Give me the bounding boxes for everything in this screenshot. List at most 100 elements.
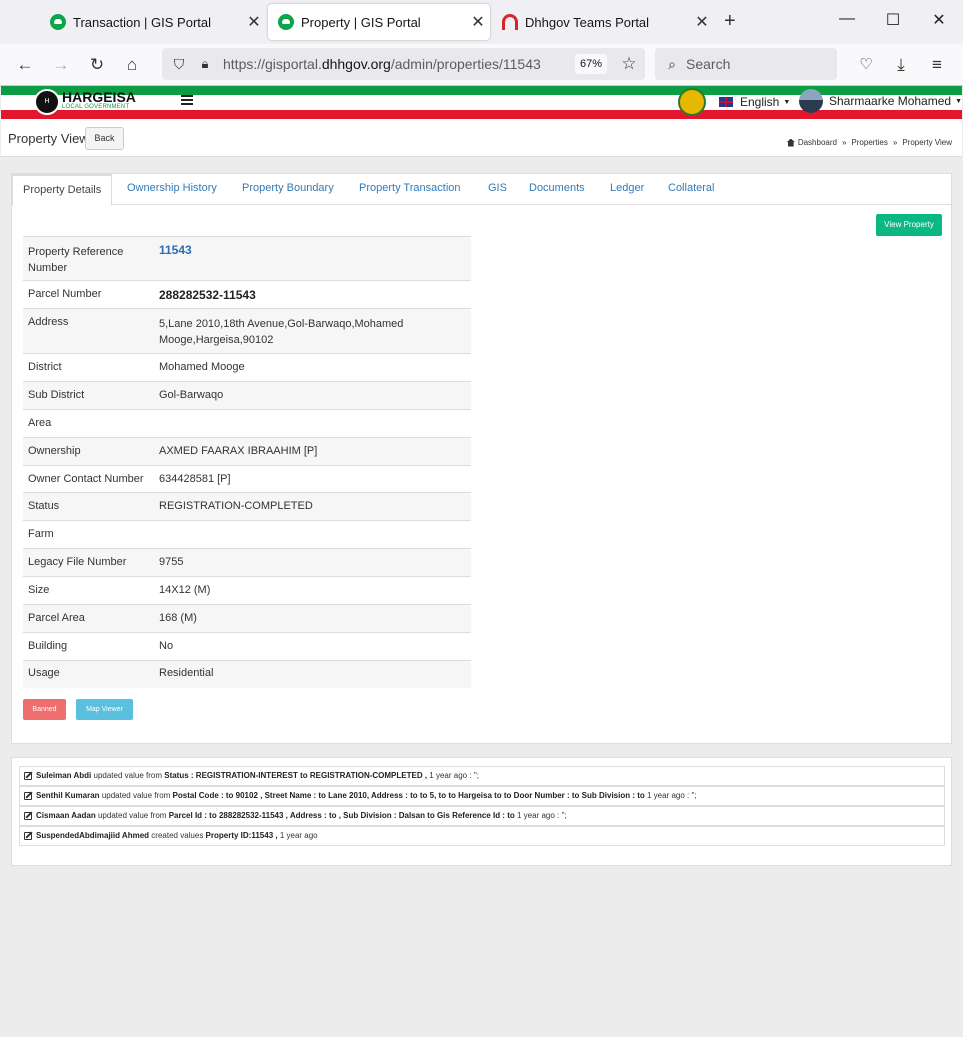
url-text[interactable]: https://gisportal.dhhgov.org/admin/prope… <box>223 56 541 72</box>
edit-icon <box>24 812 32 820</box>
pocket-icon[interactable]: ♡ <box>853 52 879 78</box>
row-label: Area <box>23 409 154 438</box>
row-value: 9755 <box>154 548 471 577</box>
language-selector[interactable]: English ▼ <box>719 95 790 109</box>
url-bar[interactable]: ⛉ 🔒︎ https://gisportal.dhhgov.org/admin/… <box>162 48 645 80</box>
close-window-icon[interactable]: ✕ <box>916 10 962 30</box>
emblem-icon <box>678 88 706 116</box>
back-button[interactable]: Back <box>85 127 124 150</box>
banned-button[interactable]: Banned <box>23 699 66 720</box>
tab-ledger[interactable]: Ledger <box>610 174 644 205</box>
browser-tab-property[interactable]: Property | GIS Portal ✕ <box>268 4 490 40</box>
tab-gis[interactable]: GIS <box>488 174 507 205</box>
search-icon: ⌕ <box>668 56 676 72</box>
close-tab-icon[interactable]: ✕ <box>690 12 714 32</box>
caret-down-icon: ▼ <box>955 97 962 105</box>
log-user: SuspendedAbdimajiid Ahmed <box>36 831 150 840</box>
tab-property-transaction[interactable]: Property Transaction <box>359 174 461 205</box>
teams-icon <box>502 14 518 30</box>
row-label: Legacy File Number <box>23 548 154 577</box>
row-label: Status <box>23 492 154 521</box>
view-property-button[interactable]: View Property <box>876 214 942 236</box>
edit-icon <box>24 772 32 780</box>
row-label: Owner Contact Number <box>23 465 154 493</box>
close-tab-icon[interactable]: ✕ <box>466 12 490 32</box>
list-item: Suleiman Abdi updated value from Status … <box>19 766 945 786</box>
table-row: Legacy File Number 9755 <box>23 548 471 577</box>
property-card: Property Details Ownership History Prope… <box>11 173 952 744</box>
tab-ownership-history[interactable]: Ownership History <box>127 174 217 205</box>
search-input[interactable]: ⌕ Search <box>655 48 837 80</box>
maximize-icon[interactable]: ☐ <box>870 10 916 30</box>
bookmark-star-icon[interactable]: ☆ <box>616 51 642 77</box>
table-row: Status REGISTRATION-COMPLETED <box>23 492 471 521</box>
table-row: Area <box>23 409 471 438</box>
home-icon[interactable]: ⌂ <box>119 52 145 78</box>
row-value: Mohamed Mooge <box>154 353 471 382</box>
tab-property-boundary[interactable]: Property Boundary <box>242 174 334 205</box>
log-user: Suleiman Abdi <box>36 771 92 780</box>
caret-down-icon: ▼ <box>783 98 791 106</box>
breadcrumb-dashboard[interactable]: Dashboard <box>798 138 837 147</box>
list-item: Senthil Kumaran updated value from Posta… <box>19 786 945 806</box>
back-arrow-icon[interactable]: ← <box>12 52 38 78</box>
browser-tab-strip: Transaction | GIS Portal ✕ Property | GI… <box>0 0 963 44</box>
list-item: SuspendedAbdimajiid Ahmed created values… <box>19 826 945 846</box>
hamburger-menu-icon[interactable] <box>181 95 193 105</box>
browser-tab-teams[interactable]: Dhhgov Teams Portal ✕ <box>492 4 714 40</box>
browser-tab-title: Transaction | GIS Portal <box>73 14 212 30</box>
row-label: Property Reference Number <box>23 236 154 281</box>
brand-logo[interactable]: H HARGEISA LOCAL GOVERNMENT <box>34 89 136 115</box>
table-row: Address 5,Lane 2010,18th Avenue,Gol-Barw… <box>23 308 471 354</box>
row-label: Size <box>23 576 154 605</box>
shield-icon[interactable]: ⛉ <box>166 51 192 77</box>
lock-icon[interactable]: 🔒︎ <box>192 51 218 77</box>
parcel-number-value: 288282532-11543 <box>159 288 256 302</box>
forward-arrow-icon[interactable]: → <box>48 52 74 78</box>
brand-subtitle: LOCAL GOVERNMENT <box>62 104 130 110</box>
close-tab-icon[interactable]: ✕ <box>242 12 266 32</box>
breadcrumb: Dashboard » Properties » Property View <box>786 138 952 147</box>
table-row: Parcel Area 168 (M) <box>23 604 471 633</box>
breadcrumb-separator: » <box>892 138 898 147</box>
tab-documents[interactable]: Documents <box>529 174 585 205</box>
table-row: Usage Residential <box>23 660 471 688</box>
tab-collateral[interactable]: Collateral <box>668 174 714 205</box>
zoom-level[interactable]: 67% <box>575 54 608 74</box>
log-user: Senthil Kumaran <box>36 791 100 800</box>
row-value: Residential <box>154 660 471 688</box>
row-label: Farm <box>23 520 154 549</box>
property-reference-link[interactable]: 11543 <box>159 243 466 257</box>
user-menu[interactable]: Sharmaarke Mohamed ▼ <box>799 89 962 113</box>
row-value: REGISTRATION-COMPLETED <box>154 492 471 521</box>
tab-property-details[interactable]: Property Details <box>12 174 113 206</box>
breadcrumb-properties[interactable]: Properties <box>851 138 887 147</box>
gis-portal-icon <box>278 14 294 30</box>
log-verb: created values <box>151 831 204 840</box>
log-user: Cismaan Aadan <box>36 811 96 820</box>
log-time: 1 year ago : ''; <box>647 791 697 800</box>
map-viewer-button[interactable]: Map Viewer <box>76 699 133 720</box>
log-verb: updated value from <box>97 811 167 820</box>
row-value: Gol-Barwaqo <box>154 381 471 410</box>
reload-icon[interactable]: ↻ <box>84 52 110 78</box>
table-row: Building No <box>23 632 471 661</box>
row-label: Sub District <box>23 381 154 410</box>
minimize-icon[interactable]: — <box>824 10 870 28</box>
property-tabs: Property Details Ownership History Prope… <box>12 174 951 206</box>
table-row: Sub District Gol-Barwaqo <box>23 381 471 410</box>
browser-tab-transaction[interactable]: Transaction | GIS Portal ✕ <box>40 4 266 40</box>
row-value <box>154 409 471 438</box>
log-verb: updated value from <box>101 791 171 800</box>
log-time: 1 year ago <box>279 831 318 840</box>
new-tab-icon[interactable]: + <box>724 10 736 33</box>
row-label: Parcel Area <box>23 604 154 633</box>
row-value <box>154 520 471 549</box>
table-row: Farm <box>23 520 471 549</box>
log-time: 1 year ago : ''; <box>516 811 567 820</box>
download-icon[interactable]: ⤓ <box>888 52 914 78</box>
row-value: 168 (M) <box>154 604 471 633</box>
row-value: 5,Lane 2010,18th Avenue,Gol-Barwaqo,Moha… <box>154 308 471 354</box>
edit-icon <box>24 792 32 800</box>
menu-icon[interactable]: ≡ <box>924 52 950 78</box>
